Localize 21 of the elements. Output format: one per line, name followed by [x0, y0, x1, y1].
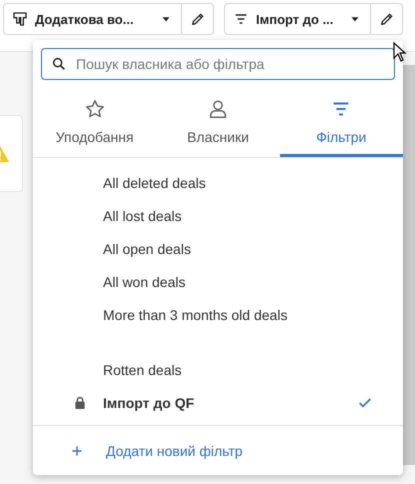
filter-item[interactable]: More than 3 months old deals	[33, 298, 403, 331]
select-button[interactable]: Додаткова во...	[4, 4, 181, 34]
tab[interactable]: Фільтри	[280, 88, 403, 157]
select-button[interactable]: Імпорт до ...	[225, 4, 370, 34]
filter-item[interactable]: All won deals	[33, 265, 403, 298]
search-icon	[51, 56, 67, 72]
scrollbar[interactable]	[403, 65, 415, 465]
star-icon	[84, 98, 106, 120]
add-filter-button[interactable]: Додати новий фільтр	[33, 426, 403, 475]
filter-item[interactable]: All deleted deals	[33, 166, 403, 199]
pencil-icon	[378, 11, 394, 27]
pencil-icon	[190, 11, 206, 27]
filter-item[interactable]: All open deals	[33, 232, 403, 265]
tab[interactable]: Власники	[156, 88, 280, 157]
pipeline-icon	[12, 11, 28, 27]
filter-item[interactable]: Імпорт до QF	[33, 386, 403, 419]
search-field[interactable]: Пошук власника або фільтра	[41, 48, 395, 80]
plus-icon	[70, 444, 84, 458]
filter-item[interactable]: Rotten deals	[33, 353, 403, 386]
filter-item[interactable]: All lost deals	[33, 199, 403, 232]
tab[interactable]: Уподобання	[33, 88, 156, 157]
